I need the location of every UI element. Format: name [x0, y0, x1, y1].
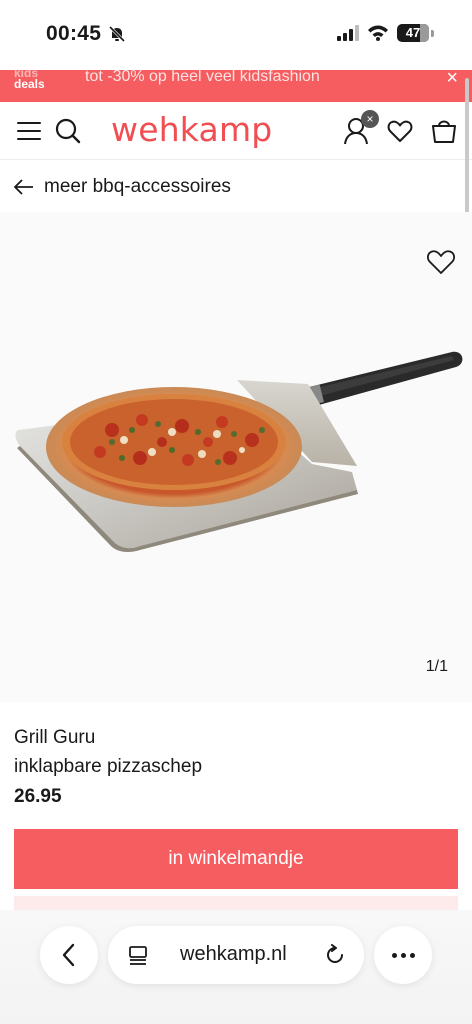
signal-icon [337, 25, 359, 41]
site-header: wehkamp × [0, 102, 472, 160]
promo-text[interactable]: tot -30% op heel veel kidsfashion [85, 70, 320, 86]
product-price: 26.95 [14, 786, 62, 807]
product-image [15, 351, 463, 553]
bell-slash-icon [108, 25, 126, 43]
tabs-icon[interactable] [128, 945, 148, 965]
kids-deals-logo: kids deals [14, 70, 45, 90]
battery-icon: 47 [397, 24, 429, 42]
wehkamp-logo[interactable]: wehkamp [111, 110, 272, 149]
back-to-category-link[interactable]: meer bbq-accessoires [14, 176, 231, 198]
battery-cap [431, 29, 434, 37]
heart-icon[interactable] [387, 118, 413, 144]
reload-icon[interactable] [324, 944, 346, 966]
next-section-edge [14, 896, 458, 910]
product-brand[interactable]: Grill Guru [14, 727, 95, 749]
promo-close-button[interactable]: × [446, 70, 458, 90]
chevron-left-icon [62, 943, 75, 967]
promo-banner[interactable]: kids deals tot -30% op heel veel kidsfas… [0, 70, 472, 102]
promo-logo-line1: kids [14, 70, 39, 80]
product-image-gallery[interactable]: 1/1 [0, 212, 472, 702]
status-bar: 00:45 47 [0, 0, 472, 70]
address-bar[interactable]: wehkamp.nl [108, 926, 364, 984]
arrow-left-icon [14, 179, 33, 195]
heart-icon[interactable] [426, 248, 456, 276]
shopping-bag-icon[interactable] [430, 116, 458, 144]
search-icon[interactable] [54, 117, 82, 145]
more-icon[interactable] [374, 926, 432, 984]
browser-back-button[interactable] [40, 926, 98, 984]
status-time: 00:45 [46, 22, 102, 45]
battery-level: 47 [405, 25, 421, 40]
product-name: inklapbare pizzaschep [14, 756, 203, 777]
url-text: wehkamp.nl [180, 943, 287, 965]
back-link-label: meer bbq-accessoires [44, 176, 231, 197]
add-to-cart-button[interactable]: in winkelmandje [14, 829, 458, 889]
wifi-icon [368, 25, 388, 41]
image-pager: 1/1 [425, 658, 448, 675]
menu-icon[interactable] [17, 122, 41, 140]
browser-toolbar: wehkamp.nl [0, 910, 472, 1024]
account-badge[interactable]: × [361, 110, 379, 128]
